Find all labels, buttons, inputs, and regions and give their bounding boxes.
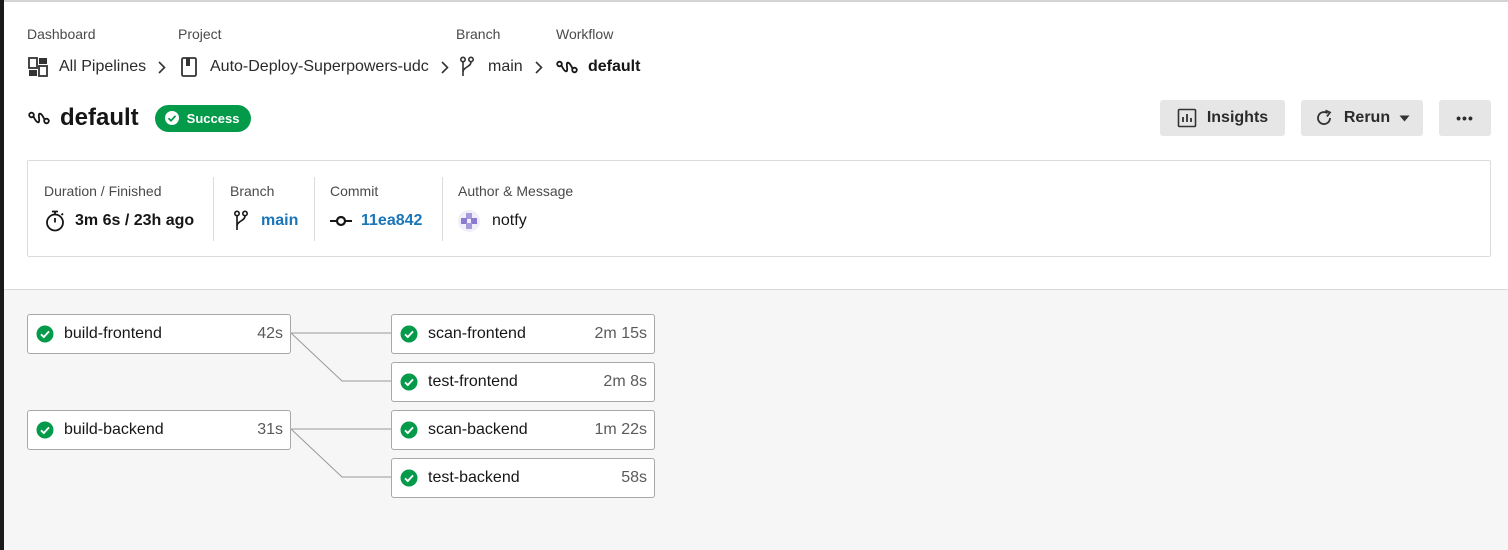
avatar xyxy=(458,210,480,232)
job-scan-frontend[interactable]: scan-frontend 2m 15s xyxy=(391,314,655,354)
branch-icon xyxy=(230,210,252,232)
commit-link[interactable]: 11ea842 xyxy=(330,209,422,233)
success-check-icon xyxy=(400,325,418,343)
insights-button[interactable]: Insights xyxy=(1160,100,1285,136)
check-circle-icon xyxy=(164,110,180,126)
pipeline-graph: build-frontend 42s scan-frontend 2m 15s … xyxy=(4,290,1508,550)
workflow-info-panel: Duration / Finished 3m 6s / 23h ago Bran… xyxy=(27,160,1491,257)
breadcrumb-link-branch[interactable]: main xyxy=(456,55,545,79)
caret-down-icon xyxy=(1399,115,1410,122)
breadcrumb-caption: Dashboard xyxy=(27,26,96,42)
divider xyxy=(213,177,214,241)
success-check-icon xyxy=(400,421,418,439)
breadcrumb-workflow: Workflow default xyxy=(556,26,640,79)
duration-caption: Duration / Finished xyxy=(44,183,162,199)
refresh-icon xyxy=(1314,108,1334,128)
success-check-icon xyxy=(36,325,54,343)
job-name: test-frontend xyxy=(428,373,518,390)
success-check-icon xyxy=(36,421,54,439)
job-duration: 2m 15s xyxy=(594,325,647,342)
more-options-button[interactable]: ••• xyxy=(1439,100,1491,136)
job-scan-backend[interactable]: scan-backend 1m 22s xyxy=(391,410,655,450)
stopwatch-icon xyxy=(44,210,66,232)
chevron-right-icon xyxy=(535,60,545,74)
workflow-icon xyxy=(28,107,50,129)
branch-link[interactable]: main xyxy=(230,209,298,233)
job-name: scan-backend xyxy=(428,421,528,438)
breadcrumb-current-workflow: default xyxy=(556,55,640,79)
branch-icon xyxy=(456,56,478,78)
rerun-button-label: Rerun xyxy=(1343,109,1391,126)
author-value: notfy xyxy=(492,212,527,229)
job-test-frontend[interactable]: test-frontend 2m 8s xyxy=(391,362,655,402)
dashboard-icon xyxy=(27,56,49,78)
job-build-backend[interactable]: build-backend 31s xyxy=(27,410,291,450)
success-check-icon xyxy=(400,469,418,487)
breadcrumb-caption: Workflow xyxy=(556,26,614,42)
job-name: build-frontend xyxy=(64,325,162,342)
job-name: test-backend xyxy=(428,469,520,486)
workflow-icon xyxy=(556,56,578,78)
job-duration: 31s xyxy=(257,421,283,438)
breadcrumb-project: Project Auto-Deploy-Superpowers-udc xyxy=(178,26,451,79)
job-duration: 58s xyxy=(621,469,647,486)
duration-value-row: 3m 6s / 23h ago xyxy=(44,209,194,233)
commit-icon xyxy=(330,210,352,232)
breadcrumb-label: main xyxy=(488,58,523,75)
job-duration: 1m 22s xyxy=(594,421,647,438)
author-caption: Author & Message xyxy=(458,183,574,199)
success-check-icon xyxy=(400,373,418,391)
job-name: build-backend xyxy=(64,421,164,438)
breadcrumb-caption: Branch xyxy=(456,26,501,42)
job-test-backend[interactable]: test-backend 58s xyxy=(391,458,655,498)
page-title: default xyxy=(60,104,139,131)
breadcrumb-label: default xyxy=(588,58,641,75)
insights-icon xyxy=(1177,108,1197,128)
divider xyxy=(442,177,443,241)
breadcrumb-label: Auto-Deploy-Superpowers-udc xyxy=(210,58,429,75)
rerun-button[interactable]: Rerun xyxy=(1301,100,1423,136)
breadcrumb-caption: Project xyxy=(178,26,222,42)
project-icon xyxy=(178,56,200,78)
status-badge: Success xyxy=(154,104,252,132)
breadcrumb-label: All Pipelines xyxy=(59,58,147,75)
breadcrumb-dashboard: Dashboard All Pipelines xyxy=(27,26,168,79)
job-duration: 42s xyxy=(257,325,283,342)
edge-build-frontend-test-frontend xyxy=(290,332,392,382)
workflow-header: Dashboard All Pipelines Project Auto-Dep… xyxy=(4,2,1508,289)
job-name: scan-frontend xyxy=(428,325,526,342)
insights-button-label: Insights xyxy=(1206,109,1269,126)
branch-caption: Branch xyxy=(230,183,275,199)
job-duration: 2m 8s xyxy=(603,373,647,390)
job-build-frontend[interactable]: build-frontend 42s xyxy=(27,314,291,354)
edge-build-backend-test-backend xyxy=(290,428,392,478)
duration-value: 3m 6s / 23h ago xyxy=(75,212,195,229)
page-title-row: default Success xyxy=(28,102,252,134)
breadcrumb-link-all-pipelines[interactable]: All Pipelines xyxy=(27,55,168,79)
more-options-icon: ••• xyxy=(1456,110,1474,126)
chevron-right-icon xyxy=(441,60,451,74)
commit-caption: Commit xyxy=(330,183,379,199)
author-value-row: notfy xyxy=(458,209,527,233)
branch-value: main xyxy=(261,212,299,229)
breadcrumb-link-project[interactable]: Auto-Deploy-Superpowers-udc xyxy=(178,55,451,79)
breadcrumb-branch: Branch main xyxy=(456,26,545,79)
divider xyxy=(314,177,315,241)
status-badge-label: Success xyxy=(186,110,240,126)
commit-value: 11ea842 xyxy=(361,212,423,229)
chevron-right-icon xyxy=(158,60,168,74)
